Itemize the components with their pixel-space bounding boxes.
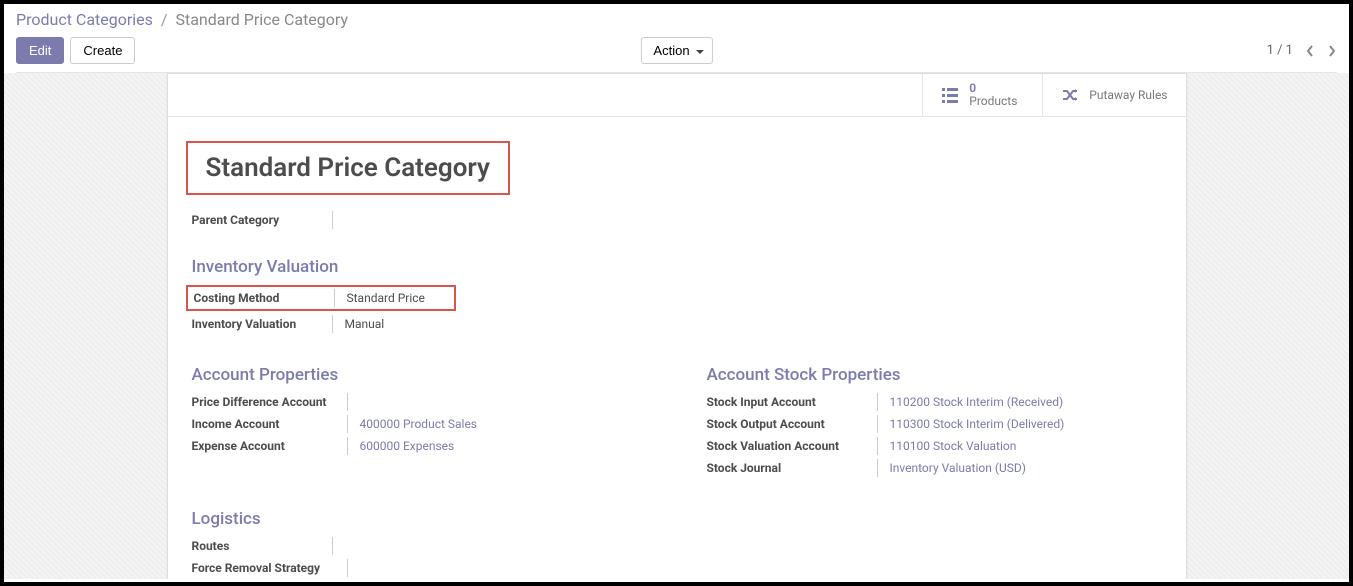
value-stock-valuation[interactable]: 110100 Stock Valuation xyxy=(890,439,1017,453)
field-removal: Force Removal Strategy xyxy=(192,559,1162,577)
label-stock-input: Stock Input Account xyxy=(707,395,877,409)
section-account-properties: Account Properties xyxy=(192,365,647,385)
pager-next[interactable] xyxy=(1327,44,1337,58)
page-title: Standard Price Category xyxy=(206,153,490,183)
section-logistics: Logistics xyxy=(192,509,1162,529)
chevron-left-icon xyxy=(1305,44,1315,58)
breadcrumb-sep: / xyxy=(161,10,168,29)
list-icon xyxy=(941,86,959,104)
field-parent-category: Parent Category xyxy=(192,211,1162,229)
stat-products[interactable]: 0 Products xyxy=(922,74,1042,116)
field-stock-output: Stock Output Account 110300 Stock Interi… xyxy=(707,415,1162,433)
pager: 1 / 1 xyxy=(1267,43,1337,58)
section-inventory-valuation: Inventory Valuation xyxy=(192,257,1162,277)
action-bar: Edit Create Action 1 / 1 xyxy=(16,37,1337,73)
form-sheet: 0 Products Putaway Rules Standard Price … xyxy=(167,73,1187,579)
costing-method-highlight: Costing Method Standard Price xyxy=(186,285,456,311)
stat-bar: 0 Products Putaway Rules xyxy=(168,74,1186,117)
field-routes: Routes xyxy=(192,537,1162,555)
stat-putaway[interactable]: Putaway Rules xyxy=(1042,74,1185,116)
label-income: Income Account xyxy=(192,417,347,431)
field-costing-method: Costing Method Standard Price xyxy=(194,289,448,307)
value-income[interactable]: 400000 Product Sales xyxy=(360,417,478,431)
edit-button[interactable]: Edit xyxy=(16,37,64,64)
value-stock-journal[interactable]: Inventory Valuation (USD) xyxy=(890,461,1026,475)
breadcrumb-root[interactable]: Product Categories xyxy=(16,10,153,29)
breadcrumb-current: Standard Price Category xyxy=(175,10,348,29)
field-stock-journal: Stock Journal Inventory Valuation (USD) xyxy=(707,459,1162,477)
field-stock-valuation: Stock Valuation Account 110100 Stock Val… xyxy=(707,437,1162,455)
breadcrumb: Product Categories / Standard Price Cate… xyxy=(16,10,1337,29)
title-highlight: Standard Price Category xyxy=(186,141,510,195)
label-expense: Expense Account xyxy=(192,439,347,453)
label-removal: Force Removal Strategy xyxy=(192,561,347,575)
value-stock-output[interactable]: 110300 Stock Interim (Delivered) xyxy=(890,417,1065,431)
stat-putaway-label: Putaway Rules xyxy=(1089,88,1167,102)
section-account-stock: Account Stock Properties xyxy=(707,365,1162,385)
field-stock-input: Stock Input Account 110200 Stock Interim… xyxy=(707,393,1162,411)
label-stock-output: Stock Output Account xyxy=(707,417,877,431)
value-inventory-valuation: Manual xyxy=(345,317,385,331)
label-price-diff: Price Difference Account xyxy=(192,395,347,409)
label-parent-category: Parent Category xyxy=(192,213,332,227)
label-costing-method: Costing Method xyxy=(194,291,334,305)
pager-text: 1 / 1 xyxy=(1267,43,1293,58)
label-stock-valuation: Stock Valuation Account xyxy=(707,439,877,453)
pager-prev[interactable] xyxy=(1305,44,1315,58)
value-stock-input[interactable]: 110200 Stock Interim (Received) xyxy=(890,395,1064,409)
shuffle-icon xyxy=(1061,86,1079,104)
field-price-diff: Price Difference Account xyxy=(192,393,647,411)
stat-products-label: Products xyxy=(969,94,1017,108)
label-routes: Routes xyxy=(192,539,332,553)
field-expense: Expense Account 600000 Expenses xyxy=(192,437,647,455)
field-income: Income Account 400000 Product Sales xyxy=(192,415,647,433)
value-expense[interactable]: 600000 Expenses xyxy=(360,439,455,453)
label-inventory-valuation: Inventory Valuation xyxy=(192,317,332,331)
action-dropdown[interactable]: Action xyxy=(640,37,712,64)
stat-products-count: 0 xyxy=(969,82,1017,94)
field-inventory-valuation: Inventory Valuation Manual xyxy=(192,315,1162,333)
create-button[interactable]: Create xyxy=(70,37,135,64)
chevron-right-icon xyxy=(1327,44,1337,58)
value-costing-method: Standard Price xyxy=(347,291,425,305)
label-stock-journal: Stock Journal xyxy=(707,461,877,475)
